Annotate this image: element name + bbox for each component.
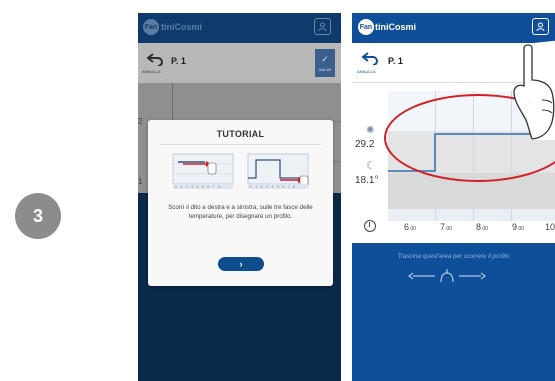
user-icon — [318, 22, 327, 32]
tutorial-illustration: 0 1 2 3 4 5 6 7 8 0 1 2 3 4 5 6 7 8 — [148, 150, 333, 195]
tick-labels: 0 1 2 3 4 5 6 7 8 — [250, 185, 297, 189]
profile-title: P. 1 — [171, 56, 186, 66]
tutorial-text: Scorri il dito a destra e a sinistra, su… — [168, 204, 313, 220]
tutorial-dialog: TUTORIAL 0 1 2 3 4 5 6 7 8 0 1 2 3 4 5 6… — [148, 120, 333, 286]
save-label: SALVA — [318, 67, 332, 72]
time-label: 6.00 — [404, 222, 416, 232]
user-account-button[interactable] — [532, 18, 549, 35]
side-number: 1 — [138, 177, 143, 186]
app-header: Fan tiniCosmi — [352, 13, 555, 43]
cancel-label: ANNULLA — [142, 69, 161, 74]
undo-icon[interactable] — [145, 52, 165, 68]
cancel-label: ANNULLA — [357, 69, 376, 74]
undo-icon[interactable] — [359, 51, 381, 67]
tutorial-screenshot: 3 Fan tiniCosmi ANNULLA P. 1 ✓ SALVA 2 1… — [0, 0, 555, 381]
step-number-badge: 3 — [15, 193, 61, 239]
divider — [341, 13, 352, 381]
moon-icon: ☾ — [366, 160, 376, 172]
side-number: 2 — [138, 117, 143, 126]
time-label: 8.00 — [476, 222, 488, 232]
brand-logo-text: tiniCosmi — [375, 22, 417, 32]
swipe-gesture-icon — [408, 269, 486, 283]
brand-logo-text: tiniCosmi — [161, 22, 203, 32]
sun-icon: ✺ — [366, 125, 375, 136]
time-label: 10 — [545, 222, 555, 232]
tick-labels: 0 1 2 3 4 5 6 7 8 — [175, 185, 222, 189]
time-label: 9.00 — [512, 222, 524, 232]
economy-temperature: 18.1° — [355, 175, 379, 186]
tutorial-next-button[interactable]: › — [218, 257, 264, 271]
tutorial-title: TUTORIAL — [216, 129, 265, 139]
profile-title: P. 1 — [388, 56, 403, 66]
user-account-button[interactable] — [314, 18, 331, 35]
save-button[interactable]: ✓ SALVA — [315, 49, 335, 77]
brand-logo-icon: Fan — [358, 19, 374, 35]
comfort-temperature: 29.2 — [355, 139, 375, 150]
user-icon — [536, 22, 545, 32]
divider — [160, 144, 321, 145]
hand-pointer-icon — [513, 40, 555, 140]
clock-icon — [364, 220, 376, 232]
profile-toolbar: ANNULLA P. 1 ✓ SALVA — [138, 43, 341, 83]
brand-logo-icon: Fan — [143, 19, 159, 35]
scroll-hint-text: Trascina quest'area per scorrere il prof… — [397, 253, 510, 260]
app-header: Fan tiniCosmi — [138, 13, 341, 43]
time-label: 7.00 — [440, 222, 452, 232]
check-icon: ✓ — [321, 54, 329, 64]
